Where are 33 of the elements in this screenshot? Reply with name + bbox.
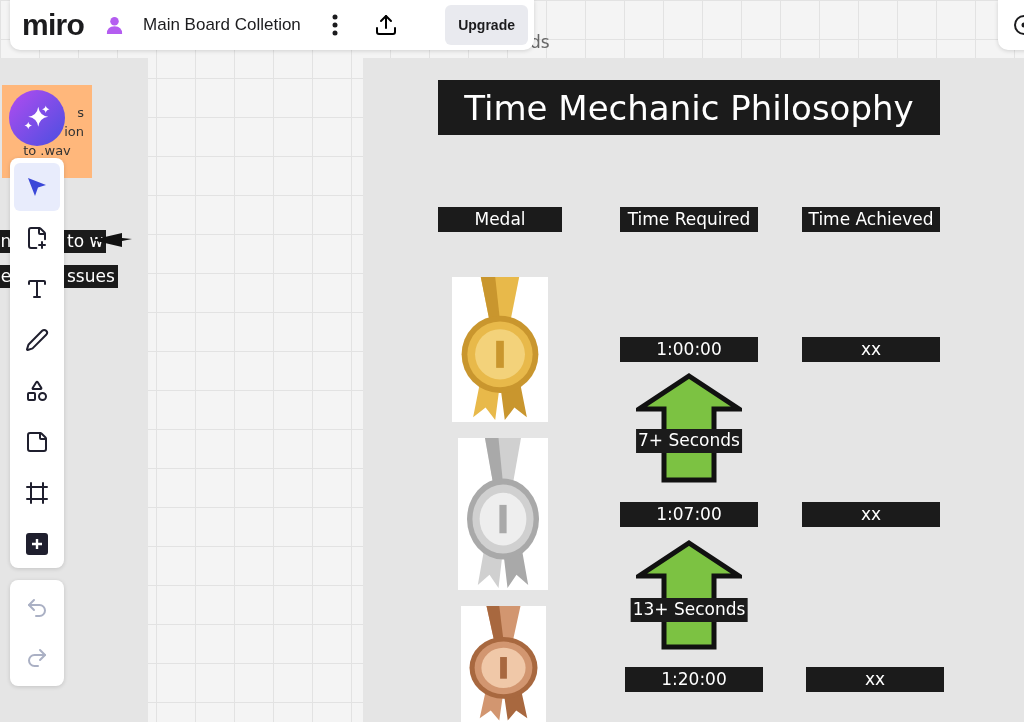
pen-icon bbox=[25, 328, 49, 352]
time-required: 1:20:00 bbox=[625, 667, 763, 692]
more-icon bbox=[331, 14, 338, 36]
plus-icon bbox=[25, 532, 49, 556]
text-icon bbox=[25, 277, 49, 301]
time-achieved: xx bbox=[802, 502, 940, 527]
upgrade-button[interactable]: Upgrade bbox=[445, 5, 528, 45]
shapes-icon bbox=[25, 379, 49, 403]
frame-icon bbox=[25, 481, 49, 505]
scribble-arrow-icon bbox=[92, 233, 132, 247]
tool-button[interactable] bbox=[14, 163, 60, 211]
sticky-note-icon bbox=[25, 430, 49, 454]
time-required: 1:00:00 bbox=[620, 337, 758, 362]
board-title: Time Mechanic Philosophy bbox=[438, 80, 940, 135]
arrow-label: 13+ Seconds bbox=[630, 598, 748, 622]
time-achieved: xx bbox=[806, 667, 944, 692]
time-required: 1:07:00 bbox=[620, 502, 758, 527]
canvas-label: ssues bbox=[64, 265, 118, 288]
column-header: Medal bbox=[438, 207, 562, 232]
arrow-label: 7+ Seconds bbox=[636, 429, 742, 453]
note-icon bbox=[25, 226, 49, 250]
time-achieved: xx bbox=[802, 337, 940, 362]
logo[interactable]: miro bbox=[22, 10, 84, 40]
column-header: Time Required bbox=[620, 207, 758, 232]
sticky-note-text: s bbox=[77, 104, 85, 122]
redo-icon bbox=[25, 646, 49, 670]
undo-icon bbox=[25, 596, 49, 620]
user-icon bbox=[106, 15, 123, 35]
sticky-note-text: ion bbox=[64, 123, 85, 141]
column-header: Time Achieved bbox=[802, 207, 940, 232]
board-name[interactable]: Main Board Colletion bbox=[143, 12, 301, 38]
upload-icon bbox=[373, 13, 398, 37]
sticky-note-text: to .wav bbox=[23, 142, 71, 160]
